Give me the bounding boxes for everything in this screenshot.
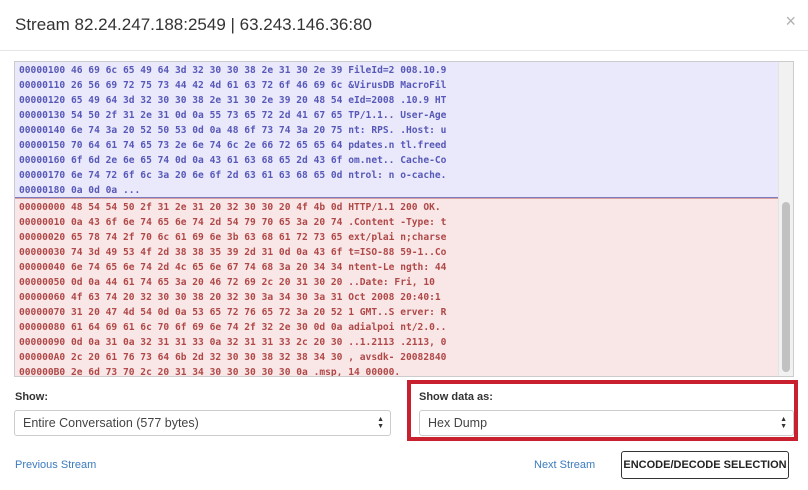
client-hex-lines: 00000100 46 69 6c 65 49 64 3d 32 30 30 3…	[15, 62, 778, 198]
modal-header: Stream 82.24.247.188:2549 | 63.243.146.3…	[0, 0, 808, 51]
server-hex-line: 00000000 48 54 54 50 2f 31 2e 31 20 32 3…	[19, 202, 441, 213]
client-hex-line: 00000120 65 49 64 3d 32 30 30 38 2e 31 3…	[19, 95, 447, 106]
client-hex-line: 00000100 46 69 6c 65 49 64 3d 32 30 30 3…	[19, 65, 447, 76]
client-hex-line: 00000160 6f 6d 2e 6e 65 74 0d 0a 43 61 6…	[19, 155, 447, 166]
server-hex-line: 00000040 6e 74 65 6e 74 2d 4c 65 6e 67 7…	[19, 262, 447, 273]
show-select[interactable]: Entire Conversation (577 bytes) ▲ ▼	[14, 410, 391, 436]
server-hex-line: 00000030 74 3d 49 53 4f 2d 38 38 35 39 2…	[19, 247, 447, 258]
server-hex-line: 00000020 65 78 74 2f 70 6c 61 69 6e 3b 6…	[19, 232, 447, 243]
server-stream-pane: 00000000 48 54 54 50 2f 31 2e 31 20 32 3…	[15, 198, 778, 377]
client-stream-pane: 00000100 46 69 6c 65 49 64 3d 32 30 30 3…	[15, 62, 778, 198]
server-hex-line: 00000070 31 20 47 4d 54 0d 0a 53 65 72 7…	[19, 307, 447, 318]
scrollbar-thumb[interactable]	[782, 202, 790, 372]
select-arrows-icon: ▲ ▼	[377, 416, 384, 430]
dump-scrollbar[interactable]	[778, 62, 793, 376]
show-select-value: Entire Conversation (577 bytes)	[23, 416, 199, 430]
show-label: Show:	[15, 391, 48, 403]
server-hex-line: 00000080 61 64 69 61 6c 70 6f 69 6e 74 2…	[19, 322, 447, 333]
show-data-as-select[interactable]: Hex Dump ▲ ▼	[419, 410, 794, 436]
select-arrows-icon: ▲ ▼	[780, 416, 787, 430]
client-hex-line: 00000170 6e 74 72 6f 6c 3a 20 6e 6f 2d 6…	[19, 170, 447, 181]
server-hex-line: 000000A0 2c 20 61 76 73 64 6b 2d 32 30 3…	[19, 352, 447, 363]
client-hex-line: 00000130 54 50 2f 31 2e 31 0d 0a 55 73 6…	[19, 110, 447, 121]
client-hex-line: 00000140 6e 74 3a 20 52 50 53 0d 0a 48 6…	[19, 125, 447, 136]
show-data-as-value: Hex Dump	[428, 416, 488, 430]
client-hex-line: 00000150 70 64 61 74 65 73 2e 6e 74 6c 2…	[19, 140, 447, 151]
hex-dump-viewer[interactable]: 00000100 46 69 6c 65 49 64 3d 32 30 30 3…	[14, 61, 794, 377]
server-hex-lines: 00000000 48 54 54 50 2f 31 2e 31 20 32 3…	[15, 199, 778, 377]
client-hex-line: 00000180 0a 0d 0a ...	[19, 185, 141, 196]
server-hex-line: 00000010 0a 43 6f 6e 74 65 6e 74 2d 54 7…	[19, 217, 447, 228]
close-icon[interactable]: ×	[785, 12, 796, 30]
previous-stream-link[interactable]: Previous Stream	[15, 459, 96, 471]
server-hex-line: 00000090 0d 0a 31 0a 32 31 31 33 0a 32 3…	[19, 337, 447, 348]
server-hex-line: 00000060 4f 63 74 20 32 30 30 38 20 32 3…	[19, 292, 441, 303]
modal-title: Stream 82.24.247.188:2549 | 63.243.146.3…	[15, 15, 372, 34]
next-stream-link[interactable]: Next Stream	[534, 459, 595, 471]
server-hex-line: 000000B0 2e 6d 73 70 2c 20 31 34 30 30 3…	[19, 367, 401, 377]
encode-decode-button[interactable]: ENCODE/DECODE SELECTION	[621, 451, 789, 479]
client-hex-line: 00000110 26 56 69 72 75 73 44 42 4d 61 6…	[19, 80, 447, 91]
show-data-as-label: Show data as:	[419, 391, 493, 403]
server-hex-line: 00000050 0d 0a 44 61 74 65 3a 20 46 72 6…	[19, 277, 435, 288]
